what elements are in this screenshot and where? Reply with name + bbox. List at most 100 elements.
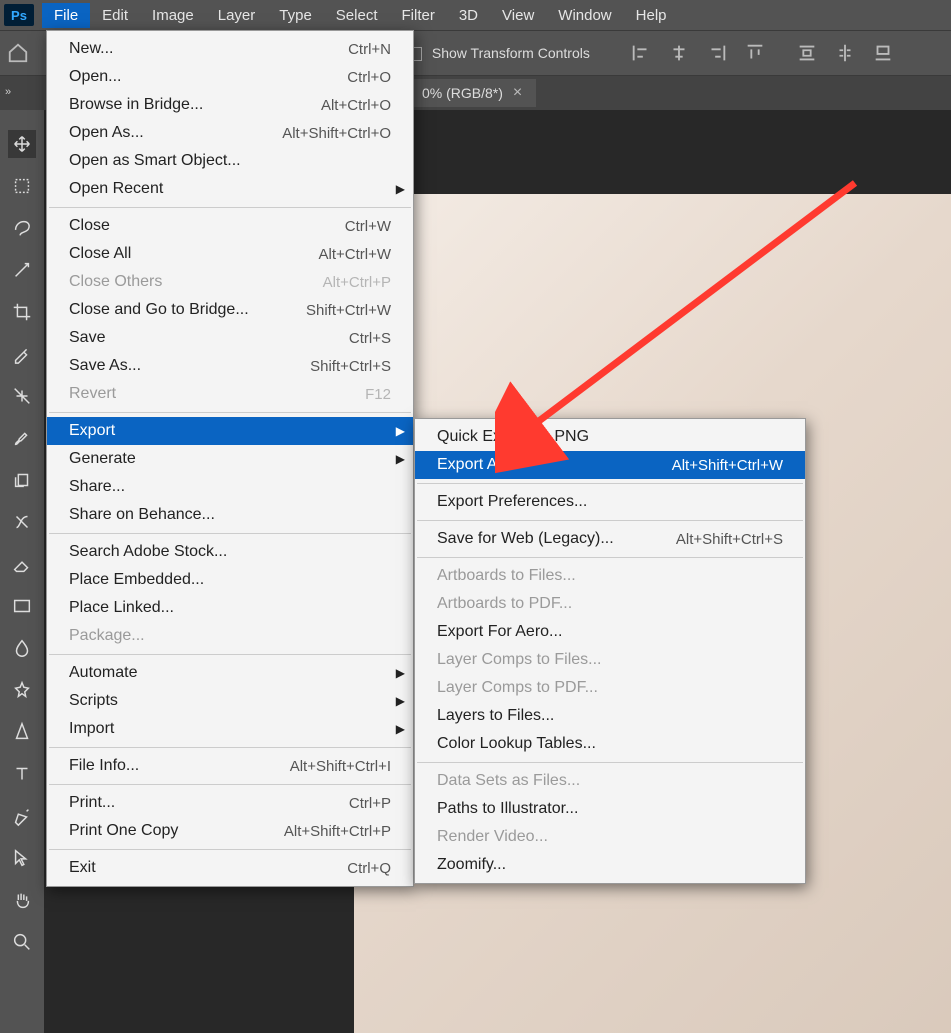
align-right-icon[interactable]	[706, 42, 728, 64]
align-top-icon[interactable]	[744, 42, 766, 64]
tool-dodge-icon[interactable]	[8, 676, 36, 704]
export-menu-export-for-aero[interactable]: Export For Aero...	[415, 618, 805, 646]
file-menu-new[interactable]: New...Ctrl+N	[47, 35, 413, 63]
export-menu-layer-comps-to-files: Layer Comps to Files...	[415, 646, 805, 674]
file-menu-open-as[interactable]: Open As...Alt+Shift+Ctrl+O	[47, 119, 413, 147]
file-menu-close-and-go-to-bridge[interactable]: Close and Go to Bridge... Shift+Ctrl+W	[47, 296, 413, 324]
file-menu-open-recent[interactable]: Open Recent▶	[47, 175, 413, 203]
tool-blur-icon[interactable]	[8, 634, 36, 662]
file-menu-share[interactable]: Share...	[47, 473, 413, 501]
tool-arrow-icon[interactable]	[8, 844, 36, 872]
file-menu-open-as-shortcut: Alt+Shift+Ctrl+O	[282, 125, 391, 142]
tool-gradient-icon[interactable]	[8, 592, 36, 620]
export-menu-layer-comps-to-pdf: Layer Comps to PDF...	[415, 674, 805, 702]
file-menu-close-shortcut: Ctrl+W	[345, 218, 391, 235]
tool-eyedrop-icon[interactable]	[8, 340, 36, 368]
export-menu-export-preferences[interactable]: Export Preferences...	[415, 488, 805, 516]
file-menu-print[interactable]: Print...Ctrl+P	[47, 789, 413, 817]
tool-text-icon[interactable]	[8, 760, 36, 788]
file-menu-open[interactable]: Open...Ctrl+O	[47, 63, 413, 91]
distribute-center-icon[interactable]	[834, 42, 856, 64]
tool-eraser-icon[interactable]	[8, 550, 36, 578]
file-menu-scripts[interactable]: Scripts▶	[47, 687, 413, 715]
toolbar-chevron-icon[interactable]: »	[5, 86, 11, 98]
file-menu-file-info-label: File Info...	[69, 757, 139, 775]
file-menu-exit[interactable]: ExitCtrl+Q	[47, 854, 413, 882]
menu-filter[interactable]: Filter	[390, 3, 447, 28]
export-submenu: Quick Export as PNG Export As... Alt+Shift…	[414, 418, 806, 884]
menu-file[interactable]: File	[42, 3, 90, 28]
file-menu-save-as-shortcut: Shift+Ctrl+S	[310, 358, 391, 375]
menu-3d[interactable]: 3D	[447, 3, 490, 28]
file-menu-open-recent-label: Open Recent	[69, 180, 163, 198]
tool-clone-icon[interactable]	[8, 466, 36, 494]
tool-hand-icon[interactable]	[8, 886, 36, 914]
file-menu-save-as[interactable]: Save As...Shift+Ctrl+S	[47, 352, 413, 380]
tool-marquee-icon[interactable]	[8, 172, 36, 200]
file-menu-search-adobe-stock[interactable]: Search Adobe Stock...	[47, 538, 413, 566]
menu-window[interactable]: Window	[546, 3, 623, 28]
file-menu-automate[interactable]: Automate▶	[47, 659, 413, 687]
menu-view[interactable]: View	[490, 3, 546, 28]
file-menu-close-others: Close OthersAlt+Ctrl+P	[47, 268, 413, 296]
tool-brush-icon[interactable]	[8, 424, 36, 452]
tool-heal-icon[interactable]	[8, 382, 36, 410]
tool-crop-icon[interactable]	[8, 298, 36, 326]
file-menu-open-as-smart-object[interactable]: Open as Smart Object...	[47, 147, 413, 175]
file-menu-separator	[49, 784, 411, 785]
export-menu-export-as-shortcut: Alt+Shift+Ctrl+W	[672, 457, 783, 474]
tool-wand-icon[interactable]	[8, 256, 36, 284]
file-menu-revert: RevertF12	[47, 380, 413, 408]
file-menu-close-all[interactable]: Close AllAlt+Ctrl+W	[47, 240, 413, 268]
file-menu-exit-shortcut: Ctrl+Q	[347, 860, 391, 877]
file-menu-browse-in-bridge[interactable]: Browse in Bridge...Alt+Ctrl+O	[47, 91, 413, 119]
menu-layer[interactable]: Layer	[206, 3, 268, 28]
menu-select[interactable]: Select	[324, 3, 390, 28]
export-menu-layers-to-files[interactable]: Layers to Files...	[415, 702, 805, 730]
align-center-h-icon[interactable]	[668, 42, 690, 64]
home-icon[interactable]	[0, 42, 36, 64]
close-tab-icon[interactable]: ×	[513, 84, 522, 102]
file-menu-close-and-go-to-bridge-label: Close and Go to Bridge...	[69, 301, 249, 319]
file-menu-export[interactable]: Export▶	[47, 417, 413, 445]
tool-lasso-icon[interactable]	[8, 214, 36, 242]
document-tab[interactable]: 0% (RGB/8*) ×	[408, 79, 536, 107]
export-menu-quick-export-as-png[interactable]: Quick Export as PNG	[415, 423, 805, 451]
export-menu-export-as-label: Export As...	[437, 456, 519, 474]
file-menu-browse-in-bridge-shortcut: Alt+Ctrl+O	[321, 97, 391, 114]
file-menu-print-one-copy[interactable]: Print One CopyAlt+Shift+Ctrl+P	[47, 817, 413, 845]
menu-image[interactable]: Image	[140, 3, 206, 28]
tool-pen-icon[interactable]	[8, 802, 36, 830]
tool-history-icon[interactable]	[8, 508, 36, 536]
export-menu-separator	[417, 483, 803, 484]
menu-help[interactable]: Help	[624, 3, 679, 28]
export-menu-export-as[interactable]: Export As... Alt+Shift+Ctrl+W	[415, 451, 805, 479]
file-menu-save[interactable]: SaveCtrl+S	[47, 324, 413, 352]
show-transform-controls-checkbox[interactable]: Show Transform Controls	[408, 45, 590, 61]
tool-pen-t-icon[interactable]	[8, 718, 36, 746]
file-menu-close-and-go-to-bridge-shortcut: Shift+Ctrl+W	[306, 302, 391, 319]
file-menu-place-linked[interactable]: Place Linked...	[47, 594, 413, 622]
export-menu-save-for-web-legacy[interactable]: Save for Web (Legacy)...Alt+Shift+Ctrl+S	[415, 525, 805, 553]
file-menu-place-embedded[interactable]: Place Embedded...	[47, 566, 413, 594]
file-menu-share-on-behance[interactable]: Share on Behance...	[47, 501, 413, 529]
file-menu-file-info[interactable]: File Info...Alt+Shift+Ctrl+I	[47, 752, 413, 780]
distribute-top-icon[interactable]	[796, 42, 818, 64]
file-menu-place-embedded-label: Place Embedded...	[69, 571, 204, 589]
export-menu-layer-comps-to-pdf-label: Layer Comps to PDF...	[437, 679, 598, 697]
tool-zoom-icon[interactable]	[8, 928, 36, 956]
file-menu-import[interactable]: Import▶	[47, 715, 413, 743]
menu-type[interactable]: Type	[267, 3, 324, 28]
file-menu-close[interactable]: CloseCtrl+W	[47, 212, 413, 240]
file-menu-search-adobe-stock-label: Search Adobe Stock...	[69, 543, 227, 561]
export-menu-layer-comps-to-files-label: Layer Comps to Files...	[437, 651, 602, 669]
align-left-icon[interactable]	[630, 42, 652, 64]
menu-edit[interactable]: Edit	[90, 3, 140, 28]
distribute-bottom-icon[interactable]	[872, 42, 894, 64]
tool-move-icon[interactable]	[8, 130, 36, 158]
export-menu-paths-to-illustrator[interactable]: Paths to Illustrator...	[415, 795, 805, 823]
file-menu-generate[interactable]: Generate▶	[47, 445, 413, 473]
export-menu-color-lookup-tables[interactable]: Color Lookup Tables...	[415, 730, 805, 758]
export-menu-render-video: Render Video...	[415, 823, 805, 851]
export-menu-zoomify[interactable]: Zoomify...	[415, 851, 805, 879]
